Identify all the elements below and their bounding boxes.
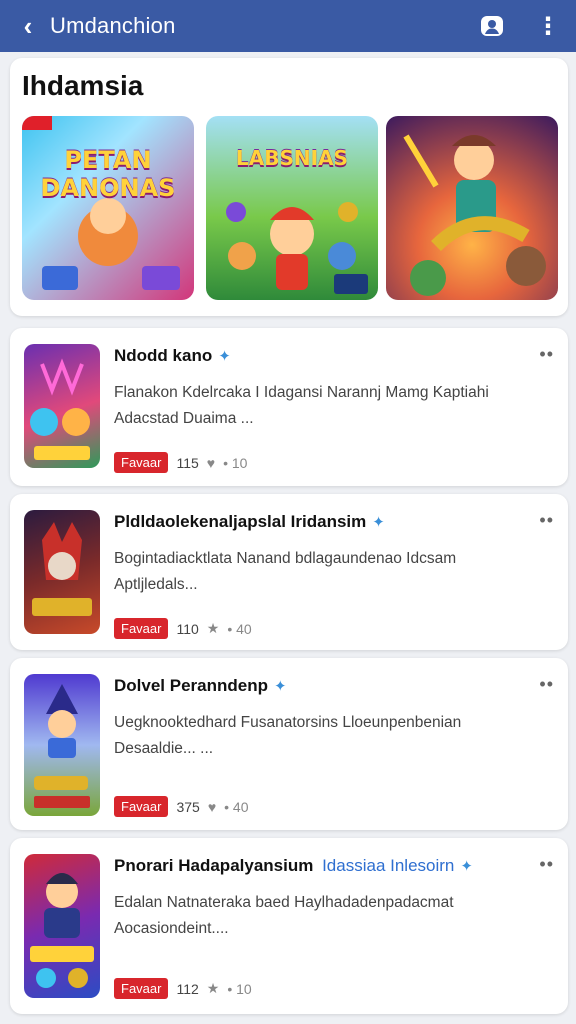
account-icon[interactable] <box>478 12 506 40</box>
featured-tile-2[interactable]: LABSNIAS <box>206 116 378 300</box>
app-bar: ‹ Umdanchion ⋮ <box>0 0 576 52</box>
game-title-accent: Idassiaa Inlesoirn <box>322 856 455 875</box>
verified-icon: ✦ <box>273 678 287 695</box>
like-icon[interactable]: ♥ <box>208 799 216 815</box>
app-bar-actions: ⋮ <box>478 12 562 40</box>
game-meta: Favaar 375 ♥ • 40 <box>114 796 249 817</box>
overflow-menu-icon[interactable]: ⋮ <box>534 12 562 40</box>
game-list-item[interactable]: Ndodd kano ✦ •• Flanakon Kdelrcaka I Idag… <box>10 328 568 486</box>
game-count: 110 <box>176 620 199 637</box>
verified-icon: ✦ <box>372 514 385 531</box>
game-meta: Favaar 115 ♥ • 10 <box>114 452 247 473</box>
game-thumbnail <box>24 854 100 998</box>
game-list-item[interactable]: Dolvel Peranndenp ✦ •• Uegknooktedhard Fu… <box>10 658 568 830</box>
favorite-button[interactable]: Favaar <box>114 796 169 817</box>
more-options-icon[interactable]: •• <box>539 674 554 695</box>
back-icon[interactable]: ‹ <box>14 11 42 41</box>
game-title[interactable]: Pnorari Hadapalyansium Idassiaa Inlesoir… <box>114 856 473 876</box>
game-description: Uegknooktedhard Fusanatorsins Lloeunpenb… <box>114 714 462 757</box>
game-title[interactable]: Dolvel Peranndenp ✦ <box>114 676 287 696</box>
game-stat: • 40 <box>224 798 249 815</box>
game-title[interactable]: Ndodd kano ✦ <box>114 346 231 366</box>
verified-icon: ✦ <box>218 348 231 365</box>
featured-tile-3[interactable] <box>386 116 558 300</box>
game-thumbnail <box>24 674 100 816</box>
game-description: Flanakon Kdelrcaka I Idagansi Narannj Ma… <box>114 384 489 427</box>
verified-icon: ✦ <box>460 858 473 875</box>
game-count: 375 <box>176 798 200 815</box>
game-meta: Favaar 112 ★ • 10 <box>114 978 252 999</box>
favorite-button[interactable]: Favaar <box>114 452 169 473</box>
like-icon[interactable]: ♥ <box>207 455 215 471</box>
game-count: 112 <box>176 980 199 997</box>
featured-tile-1[interactable]: PETAN DANONAS <box>22 116 194 300</box>
game-list-item[interactable]: Pldldaolekenaljapslal Iridansim ✦ •• Bogi… <box>10 494 568 650</box>
game-count: 115 <box>176 454 199 471</box>
game-title[interactable]: Pldldaolekenaljapslal Iridansim ✦ <box>114 512 385 532</box>
star-icon[interactable]: ★ <box>207 980 220 997</box>
featured-section: Ihdamsia PETAN DANONAS LABSNIAS <box>10 58 568 316</box>
game-stat: • 10 <box>223 454 248 471</box>
game-description: Bogintadiacktlata Nanand bdlagaundenao I… <box>114 550 457 593</box>
featured-tile-2-label: LABSNIAS <box>236 146 348 170</box>
featured-heading: Ihdamsia <box>22 70 144 101</box>
game-thumbnail <box>24 344 100 468</box>
more-options-icon[interactable]: •• <box>539 510 554 531</box>
app-bar-title: Umdanchion <box>50 13 176 38</box>
game-stat: • 40 <box>227 620 252 637</box>
favorite-button[interactable]: Favaar <box>114 978 169 999</box>
favorite-button[interactable]: Favaar <box>114 618 169 639</box>
game-list-item[interactable]: Pnorari Hadapalyansium Idassiaa Inlesoir… <box>10 838 568 1014</box>
star-icon[interactable]: ★ <box>207 620 220 637</box>
game-stat: • 10 <box>227 980 252 997</box>
more-options-icon[interactable]: •• <box>539 854 554 875</box>
game-description: Edalan Natnateraka baed Haylhadadenpadac… <box>114 894 454 937</box>
game-meta: Favaar 110 ★ • 40 <box>114 618 252 639</box>
game-thumbnail <box>24 510 100 634</box>
more-options-icon[interactable]: •• <box>539 344 554 365</box>
featured-tile-1-label: PETAN DANONAS <box>40 146 176 202</box>
